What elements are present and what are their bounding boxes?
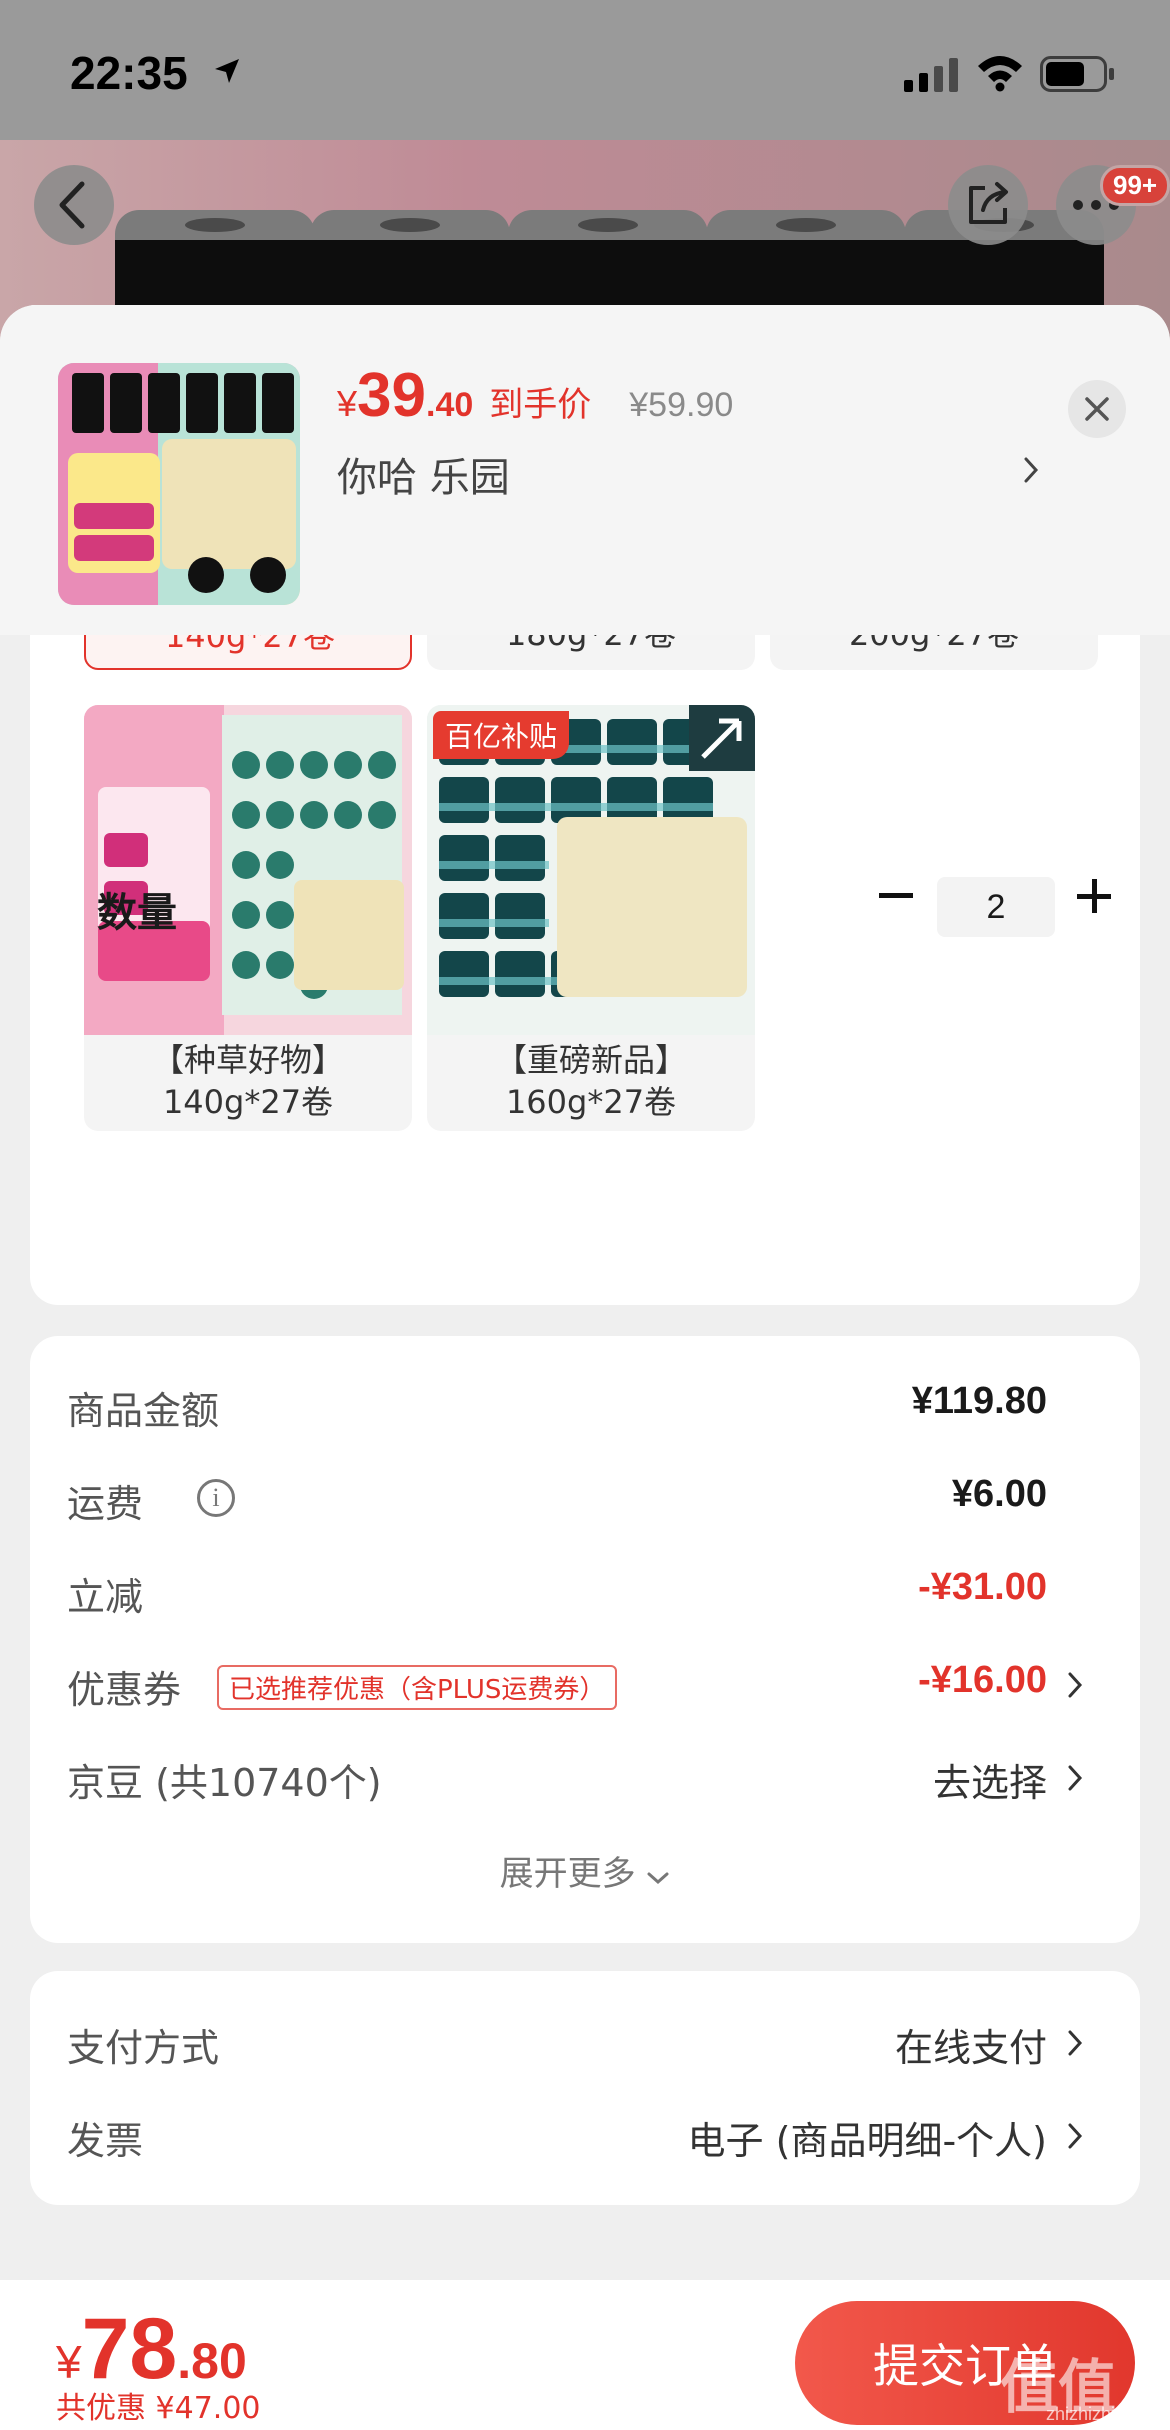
status-bar: 22:35 [0,0,1170,140]
row-label: 商品金额 [67,1389,220,1433]
row-value: -¥31.00 [918,1566,1047,1608]
battery-icon [1040,56,1114,92]
expand-more-button[interactable]: 展开更多 [30,1846,1140,1895]
minus-icon [879,893,913,898]
sku-option-spec: 140g*27卷 [162,1083,334,1121]
quantity-label: 数量 [97,890,177,936]
chevron-left-icon [59,181,85,229]
coupon-tag: 已选推荐优惠（含PLUS运费券） [217,1665,618,1710]
order-sheet: 140g*27卷 180g*27卷 200g*27卷 [0,305,1170,2430]
total-decimal: .80 [177,2333,247,2389]
sku-option-title: 【种草好物】 [151,1041,344,1079]
price-detail-card: 商品金额 ¥119.80 运费 i ¥6.00 立减 -¥31.00 优惠券 已… [30,1336,1140,1943]
price-decimal: .40 [426,386,474,424]
row-label: 运费 [67,1482,144,1526]
subsidy-badge: 百亿补贴 [433,711,570,759]
sku-option-zhongbang[interactable]: 百亿补贴 【重磅新品】 160g*27卷 [427,705,755,1131]
instant-discount-row: 立减 -¥31.00 [67,1562,1107,1622]
selected-product-thumbnail [58,363,300,605]
cellular-signal-icon [904,58,958,92]
chevron-right-icon [1068,1672,1083,1698]
row-label: 立减 [67,1575,144,1619]
product-image [84,705,412,1035]
shipping-fee-row: 运费 i ¥6.00 [67,1469,1107,1529]
row-value: -¥16.00 [918,1659,1047,1701]
chevron-right-icon[interactable] [1022,455,1040,485]
sku-option-title: 【重磅新品】 [494,1041,687,1079]
checkout-bar: ¥ 78 .80 共优惠 ¥47.00 提交订单 [0,2280,1170,2430]
info-icon[interactable]: i [197,1479,235,1517]
price-tag-label: 到手价 [489,385,592,425]
coupon-row[interactable]: 优惠券 已选推荐优惠（含PLUS运费券） -¥16.00 [67,1655,1107,1715]
share-button[interactable] [948,165,1028,245]
original-price: ¥59.90 [629,386,734,424]
row-label: 发票 [67,2119,144,2163]
close-icon [1085,397,1109,421]
handheld-price: ¥ 39 .40 到手价 ¥59.90 [337,361,734,430]
selected-spec-text[interactable]: 你哈 乐园 [337,445,510,503]
chevron-right-icon [1068,2123,1083,2149]
payment-card: 支付方式 在线支付 发票 电子 (商品明细-个人) [30,1971,1140,2205]
sku-option-spec: 160g*27卷 [505,1083,677,1121]
payment-method-row[interactable]: 支付方式 在线支付 [67,2013,1107,2073]
quantity-increase-button[interactable] [1064,866,1124,926]
row-value: 去选择 [932,1761,1047,1805]
chevron-right-icon [1068,2030,1083,2056]
invoice-row[interactable]: 发票 电子 (商品明细-个人) [67,2106,1107,2166]
back-button[interactable] [34,165,114,245]
share-icon [969,182,1008,224]
close-button[interactable] [1068,380,1126,438]
row-value: 电子 (商品明细-个人) [687,2119,1047,2163]
wifi-icon [978,56,1022,92]
chevron-down-icon [647,1872,669,1885]
status-time: 22:35 [70,47,188,99]
row-value: ¥119.80 [911,1380,1047,1422]
quantity-decrease-button[interactable] [866,866,926,926]
plus-icon [1077,879,1111,913]
row-label: 优惠券 [67,1668,182,1712]
selected-sku-summary: ¥ 39 .40 到手价 ¥59.90 你哈 乐园 [0,305,1170,635]
row-label: 京豆 (共10740个) [67,1761,382,1805]
expand-more-label: 展开更多 [499,1854,636,1894]
location-arrow-icon [215,59,239,83]
price-integer: 39 [357,361,426,430]
total-discount: 共优惠 ¥47.00 [56,2391,261,2426]
message-count-badge: 99+ [1100,165,1170,206]
watermark-url: zhizhizhi.com [1046,2404,1155,2424]
jingdou-row[interactable]: 京豆 (共10740个) 去选择 [67,1748,1107,1808]
row-value: ¥6.00 [951,1473,1047,1515]
goods-amount-row: 商品金额 ¥119.80 [67,1376,1107,1436]
row-value: 在线支付 [894,2026,1047,2070]
chevron-right-icon [1068,1765,1083,1791]
quantity-input[interactable] [937,877,1055,937]
row-label: 支付方式 [67,2026,220,2070]
